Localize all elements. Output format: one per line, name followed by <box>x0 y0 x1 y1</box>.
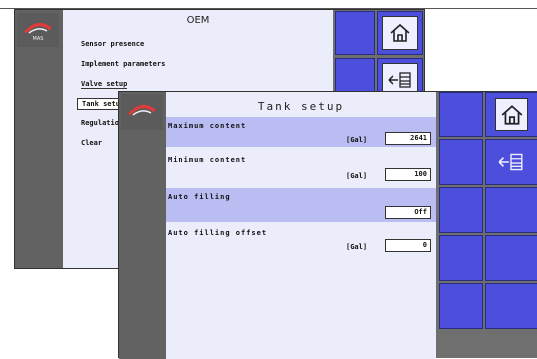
tank-panel: Tank setup Maximum content [Gal] 2641 Mi… <box>166 92 436 359</box>
oem-sidebar <box>15 10 63 268</box>
setting-row-auto-filling[interactable]: Auto filling Off <box>166 188 436 222</box>
menu-item-regulation[interactable]: Regulation <box>81 119 123 127</box>
setting-unit: [Gal] <box>346 243 368 251</box>
setting-label: Maximum content <box>168 122 247 130</box>
blank-button[interactable] <box>335 11 375 55</box>
menu-item-valve-setup[interactable]: Valve setup <box>81 80 128 89</box>
setting-row-auto-filling-offset[interactable]: Auto filling offset [Gal] 0 <box>166 225 436 261</box>
home-button[interactable] <box>485 92 537 137</box>
tank-setup-screen: Tank setup Maximum content [Gal] 2641 Mi… <box>118 91 537 359</box>
setting-unit: [Gal] <box>346 136 368 144</box>
blank-button[interactable] <box>439 187 483 233</box>
blank-button[interactable] <box>485 235 537 281</box>
logo-text: MAS <box>33 36 44 42</box>
page-title: OEM <box>186 15 210 26</box>
setting-row-maximum-content[interactable]: Maximum content [Gal] 2641 <box>166 117 436 147</box>
logo <box>121 94 163 130</box>
blank-button[interactable] <box>439 235 483 281</box>
setting-row-minimum-content[interactable]: Minimum content [Gal] 100 <box>166 150 436 186</box>
back-list-button[interactable] <box>485 139 537 185</box>
back-list-icon <box>491 144 532 180</box>
blank-button[interactable] <box>485 283 537 329</box>
page-title: Tank setup <box>257 100 345 113</box>
home-icon <box>495 98 528 131</box>
blank-button[interactable] <box>439 283 483 329</box>
blank-button[interactable] <box>485 187 537 233</box>
logo-icon <box>128 104 156 116</box>
setting-unit: [Gal] <box>346 172 368 180</box>
value-field[interactable]: 0 <box>385 239 431 252</box>
value-field[interactable]: 2641 <box>385 132 431 145</box>
setting-label: Auto filling offset <box>168 229 268 237</box>
menu-item-clear[interactable]: Clear <box>81 139 102 147</box>
setting-label: Minimum content <box>168 156 247 164</box>
logo: MAS <box>17 13 59 47</box>
menu-item-sensor-presence[interactable]: Sensor presence <box>81 40 144 48</box>
value-field[interactable]: 100 <box>385 168 431 181</box>
value-field[interactable]: Off <box>385 206 431 219</box>
home-icon <box>381 15 419 51</box>
home-button[interactable] <box>377 11 423 55</box>
tank-sidebar <box>119 92 166 359</box>
menu-item-implement-parameters[interactable]: Implement parameters <box>81 60 165 68</box>
logo-icon: MAS <box>24 22 52 42</box>
blank-button[interactable] <box>439 139 483 185</box>
figure-caption-line <box>0 0 537 9</box>
blank-button[interactable] <box>439 92 483 137</box>
setting-label: Auto filling <box>168 193 231 201</box>
